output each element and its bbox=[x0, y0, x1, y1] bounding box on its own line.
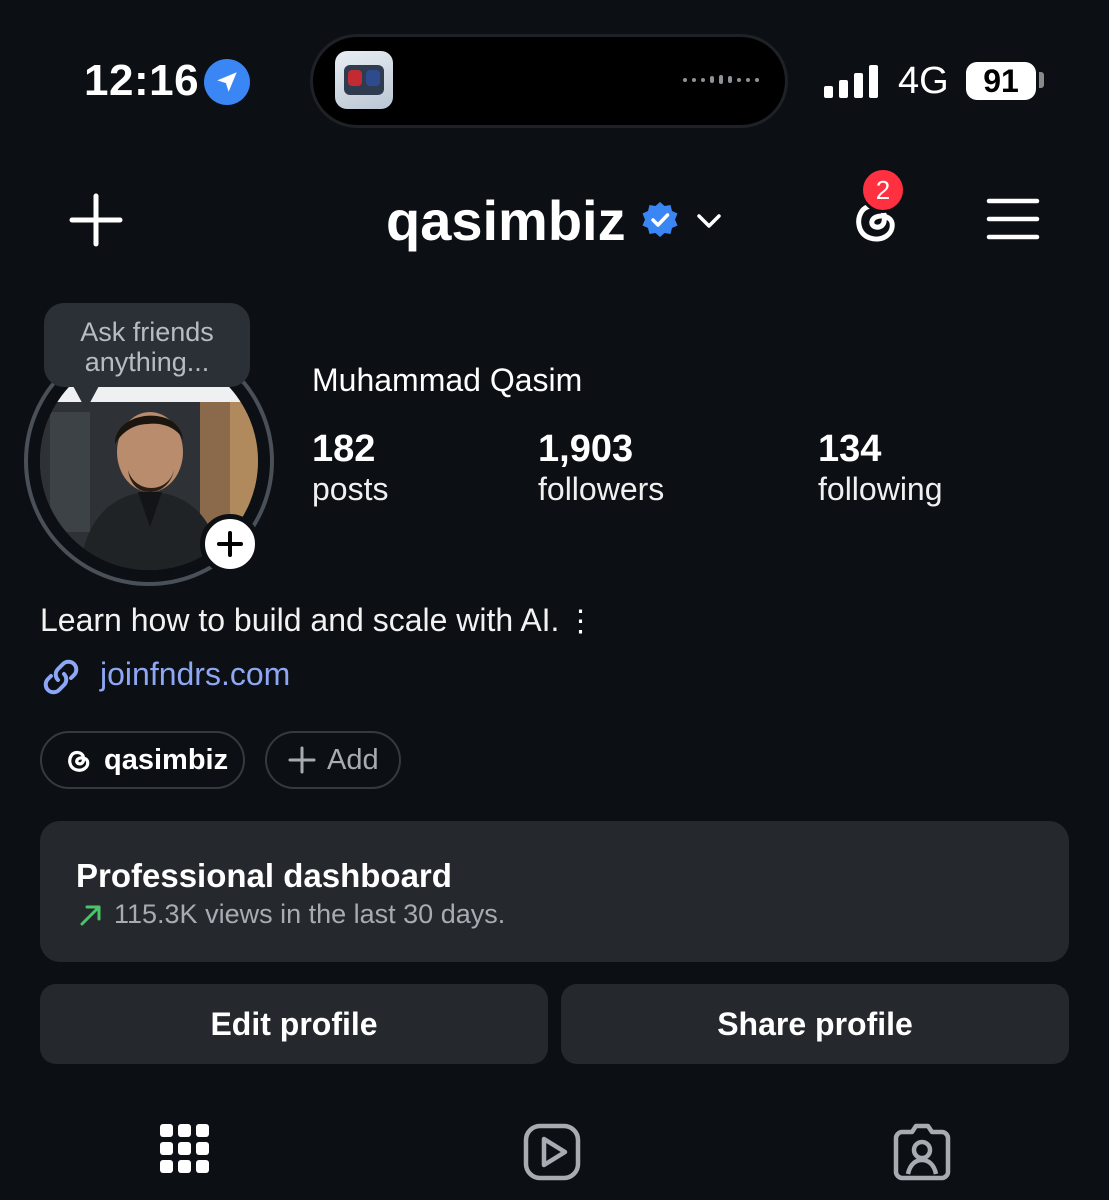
full-name: Muhammad Qasim bbox=[312, 362, 583, 398]
bio-text: Learn how to build and scale with AI. bbox=[40, 602, 560, 638]
add-chip-label: Add bbox=[327, 743, 379, 776]
status-time: 12:16 bbox=[84, 56, 200, 105]
threads-profile-chip[interactable]: qasimbiz bbox=[40, 731, 245, 789]
add-story-button[interactable] bbox=[200, 514, 260, 574]
tagged-icon bbox=[893, 1123, 951, 1181]
verified-badge-icon bbox=[640, 200, 680, 240]
threads-icon bbox=[68, 750, 90, 772]
notification-count-badge: 2 bbox=[860, 167, 906, 213]
trend-up-arrow-icon bbox=[80, 905, 101, 925]
menu-button[interactable] bbox=[986, 196, 1040, 242]
tab-posts-grid[interactable] bbox=[154, 1122, 214, 1182]
bio[interactable]: Learn how to build and scale with AI. ⋮ bbox=[40, 602, 595, 639]
link-icon bbox=[40, 656, 82, 698]
stat-label: following bbox=[818, 471, 943, 507]
plus-icon bbox=[288, 746, 316, 774]
edit-profile-button[interactable]: Edit profile bbox=[40, 984, 548, 1064]
hamburger-menu-icon bbox=[986, 198, 1040, 240]
stat-following[interactable]: 134 following bbox=[818, 428, 943, 508]
account-switcher-title[interactable]: qasimbiz bbox=[386, 188, 626, 253]
stat-value: 134 bbox=[818, 428, 882, 470]
note-bubble-tail bbox=[72, 384, 100, 410]
tab-reels[interactable] bbox=[522, 1122, 582, 1182]
threads-handle: qasimbiz bbox=[104, 743, 229, 776]
grid-icon bbox=[160, 1124, 209, 1173]
dashboard-subtitle: 115.3K views in the last 30 days. bbox=[78, 899, 505, 930]
plus-icon bbox=[217, 531, 243, 557]
add-chip-button[interactable]: Add bbox=[265, 731, 401, 789]
escape-pod-app-icon[interactable] bbox=[335, 51, 393, 109]
network-type: 4G bbox=[898, 60, 949, 102]
stat-value: 1,903 bbox=[538, 428, 634, 470]
tab-tagged[interactable] bbox=[892, 1122, 952, 1182]
share-profile-button[interactable]: Share profile bbox=[561, 984, 1069, 1064]
website-link[interactable]: joinfndrs.com bbox=[100, 656, 290, 693]
dashboard-views-text: 115.3K views in the last 30 days. bbox=[114, 899, 506, 929]
location-arrow-icon bbox=[204, 59, 250, 105]
stat-label: posts bbox=[312, 471, 389, 507]
battery-cap bbox=[1039, 72, 1044, 88]
note-bubble[interactable]: Ask friends anything... bbox=[44, 303, 250, 387]
create-button[interactable] bbox=[68, 192, 124, 248]
stat-followers[interactable]: 1,903 followers bbox=[538, 428, 664, 508]
stat-value: 182 bbox=[312, 428, 376, 470]
stat-label: followers bbox=[538, 471, 665, 507]
reels-icon bbox=[523, 1123, 581, 1181]
dashboard-title: Professional dashboard bbox=[76, 857, 452, 894]
signal-strength-icon bbox=[824, 64, 878, 98]
plus-icon bbox=[69, 193, 123, 247]
more-icon[interactable]: ⋮ bbox=[565, 605, 595, 638]
professional-dashboard-card[interactable]: Professional dashboard 115.3K views in t… bbox=[40, 821, 1069, 962]
battery-indicator: 91 bbox=[966, 62, 1036, 100]
chevron-down-icon[interactable] bbox=[694, 206, 724, 236]
stat-posts[interactable]: 182 posts bbox=[312, 428, 388, 508]
dynamic-island[interactable] bbox=[310, 34, 788, 128]
audio-waveform-icon bbox=[683, 75, 759, 84]
